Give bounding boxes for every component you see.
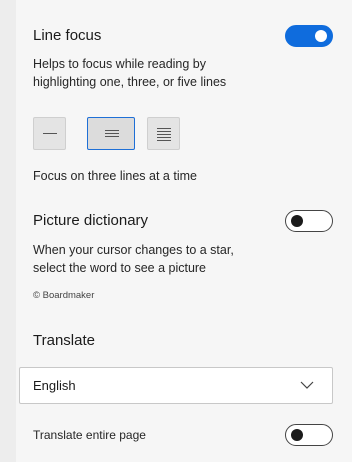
five-lines-button[interactable] [147, 117, 180, 150]
translate-entire-page-toggle[interactable] [285, 424, 333, 446]
one-line-button[interactable] [33, 117, 66, 150]
line-focus-description-line-1: Helps to focus while reading by [33, 57, 207, 71]
line-focus-description-line-2: highlighting one, three, or five lines [33, 75, 227, 89]
toggle-knob [291, 429, 303, 441]
chevron-down-icon [300, 381, 314, 389]
line-focus-status: Focus on three lines at a time [33, 169, 197, 183]
boardmaker-credit: © Boardmaker [33, 290, 95, 301]
line-focus-description: Helps to focus while reading by highligh… [33, 55, 293, 91]
line-focus-toggle[interactable] [285, 25, 333, 47]
line-focus-title: Line focus [33, 27, 102, 44]
toggle-knob [315, 30, 327, 42]
translate-entire-page-label: Translate entire page [33, 428, 146, 442]
picture-dictionary-toggle[interactable] [285, 210, 333, 232]
picture-dictionary-description: When your cursor changes to a star, sele… [33, 241, 293, 277]
language-select[interactable]: English [19, 367, 333, 404]
translate-title: Translate [33, 332, 95, 349]
picture-dictionary-description-line-1: When your cursor changes to a star, [33, 243, 234, 257]
toggle-knob [291, 215, 303, 227]
language-select-value: English [33, 378, 76, 393]
picture-dictionary-description-line-2: select the word to see a picture [33, 261, 207, 275]
three-lines-button[interactable] [87, 117, 135, 150]
picture-dictionary-title: Picture dictionary [33, 212, 149, 229]
